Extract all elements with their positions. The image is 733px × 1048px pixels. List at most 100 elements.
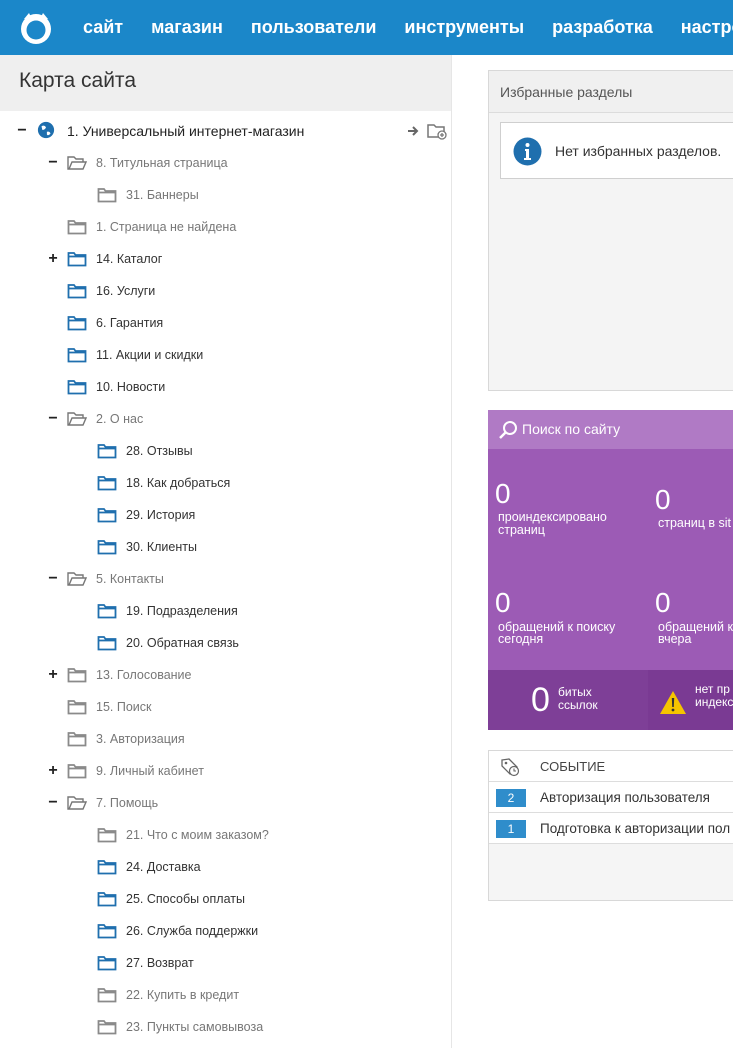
tree-node-label[interactable]: 1. Страница не найдена — [96, 211, 236, 243]
search-panel-header[interactable]: Поиск по сайту — [488, 410, 733, 449]
nav-users[interactable]: пользователи — [237, 0, 391, 55]
tree-node-label[interactable]: 27. Возврат — [126, 947, 194, 979]
tree-node-label[interactable]: 8. Титульная страница — [96, 147, 228, 179]
tree-node-label[interactable]: 2. О нас — [96, 403, 143, 435]
tree-node[interactable]: 26. Служба поддержки — [0, 915, 451, 947]
collapse-icon[interactable]: − — [16, 115, 28, 147]
tree-node-label[interactable]: 25. Способы оплаты — [126, 883, 245, 915]
tree-node-label[interactable]: 16. Услуги — [96, 275, 155, 307]
cat-logo-icon[interactable] — [18, 10, 54, 46]
warning-icon — [660, 691, 686, 714]
tree-node[interactable]: 27. Возврат — [0, 947, 451, 979]
nav-settings[interactable]: настройк — [667, 0, 733, 55]
tree-node[interactable]: 21. Что с моим заказом? — [0, 819, 451, 851]
tree-node[interactable]: +14. Каталог — [0, 243, 451, 275]
tree-node[interactable]: − 8. Титульная страница — [0, 147, 451, 179]
tree-node-label[interactable]: 9. Личный кабинет — [96, 755, 204, 787]
tree-node[interactable]: 23. Пункты самовывоза — [0, 1011, 451, 1043]
tree-node[interactable]: 10. Новости — [0, 371, 451, 403]
tree-node-label[interactable]: 11. Акции и скидки — [96, 339, 203, 371]
event-row[interactable]: 2 Авторизация пользователя — [489, 782, 733, 813]
folder-icon — [67, 284, 87, 299]
broken-links-tile[interactable]: 0 битых ссылок — [488, 670, 648, 730]
tree-node[interactable]: − 5. Контакты — [0, 563, 451, 595]
tree-node-label[interactable]: 6. Гарантия — [96, 307, 163, 339]
nav-shop[interactable]: магазин — [137, 0, 237, 55]
tree-node[interactable]: 20. Обратная связь — [0, 627, 451, 659]
folder-icon — [67, 380, 87, 395]
tree-root-label[interactable]: 1. Универсальный интернет-магазин — [67, 115, 304, 147]
tree-node[interactable]: 30. Клиенты — [0, 531, 451, 563]
folder-icon — [97, 540, 117, 555]
collapse-icon[interactable]: − — [47, 787, 59, 819]
search-stats-panel: Поиск по сайту 0 проиндексировано страни… — [488, 410, 733, 730]
tree-node[interactable]: 3. Авторизация — [0, 723, 451, 755]
today-count: 0 — [495, 587, 511, 618]
events-panel: СОБЫТИЕ 2 Авторизация пользователя 1 Под… — [488, 750, 733, 901]
tree-node[interactable]: 31. Баннеры — [0, 179, 451, 211]
not-indexed-label: нет пр индекс — [695, 682, 733, 709]
nav-site[interactable]: сайт — [69, 0, 137, 55]
not-indexed-tile[interactable]: нет пр индекс — [648, 670, 733, 730]
tree-node-label[interactable]: 13. Голосование — [96, 659, 191, 691]
favorites-empty-box: Нет избранных разделов. — [500, 122, 733, 179]
expand-icon[interactable]: + — [47, 659, 59, 691]
collapse-icon[interactable]: − — [47, 403, 59, 435]
folder-icon — [97, 828, 117, 843]
tree-node[interactable]: 22. Купить в кредит — [0, 979, 451, 1011]
collapse-icon[interactable]: − — [47, 147, 59, 179]
tree-node[interactable]: 25. Способы оплаты — [0, 883, 451, 915]
arrow-right-icon[interactable] — [407, 125, 421, 137]
tree-node-label[interactable]: 21. Что с моим заказом? — [126, 819, 269, 851]
tree-node[interactable]: 11. Акции и скидки — [0, 339, 451, 371]
event-count-badge: 1 — [496, 820, 526, 838]
add-folder-icon[interactable] — [427, 122, 447, 140]
tree-node-label[interactable]: 19. Подразделения — [126, 595, 238, 627]
tree-node[interactable]: +9. Личный кабинет — [0, 755, 451, 787]
tree-node-label[interactable]: 15. Поиск — [96, 691, 152, 723]
tree-node[interactable]: 6. Гарантия — [0, 307, 451, 339]
yesterday-label-2: вчера — [658, 632, 692, 646]
tree-node-label[interactable]: 3. Авторизация — [96, 723, 185, 755]
tree-node[interactable]: 19. Подразделения — [0, 595, 451, 627]
tree-node[interactable]: − 7. Помощь — [0, 787, 451, 819]
tree-node[interactable]: 15. Поиск — [0, 691, 451, 723]
tree-node-label[interactable]: 23. Пункты самовывоза — [126, 1011, 263, 1043]
tree-node-label[interactable]: 26. Служба поддержки — [126, 915, 258, 947]
tree-node[interactable]: 1. Страница не найдена — [0, 211, 451, 243]
event-text: Подготовка к авторизации пол — [540, 821, 731, 836]
tree-node-label[interactable]: 31. Баннеры — [126, 179, 199, 211]
tree-node[interactable]: 18. Как добраться — [0, 467, 451, 499]
yesterday-count: 0 — [655, 587, 671, 618]
tree-node[interactable]: 24. Доставка — [0, 851, 451, 883]
sitemap-panel: Карта сайта − 1. Универсальный интернет-… — [0, 55, 452, 1048]
tree-node-label[interactable]: 28. Отзывы — [126, 435, 193, 467]
tree-node[interactable]: 16. Услуги — [0, 275, 451, 307]
event-row[interactable]: 1 Подготовка к авторизации пол — [489, 813, 733, 844]
tree-node-label[interactable]: 30. Клиенты — [126, 531, 197, 563]
tree-node[interactable]: 28. Отзывы — [0, 435, 451, 467]
tree-node-label[interactable]: 7. Помощь — [96, 787, 158, 819]
tree-node-label[interactable]: 14. Каталог — [96, 243, 162, 275]
tree-node-label[interactable]: 18. Как добраться — [126, 467, 230, 499]
expand-icon[interactable]: + — [47, 755, 59, 787]
tree-node-label[interactable]: 5. Контакты — [96, 563, 164, 595]
tree-node-label[interactable]: 10. Новости — [96, 371, 165, 403]
info-icon — [513, 137, 542, 166]
tree-root[interactable]: − 1. Универсальный интернет-магазин — [0, 115, 451, 147]
tree-node[interactable]: 29. История — [0, 499, 451, 531]
nav-tools[interactable]: инструменты — [390, 0, 538, 55]
today-label-2: сегодня — [498, 632, 544, 646]
tree-node-label[interactable]: 20. Обратная связь — [126, 627, 239, 659]
tree-node-label[interactable]: 29. История — [126, 499, 195, 531]
favorites-panel: Избранные разделы Нет избранных разделов… — [488, 70, 733, 391]
collapse-icon[interactable]: − — [47, 563, 59, 595]
tree-node[interactable]: − 2. О нас — [0, 403, 451, 435]
tree-node-label[interactable]: 24. Доставка — [126, 851, 201, 883]
tree-node-label[interactable]: 22. Купить в кредит — [126, 979, 239, 1011]
favorites-empty-message: Нет избранных разделов. — [555, 143, 722, 159]
folder-open-icon — [67, 572, 87, 586]
tree-node[interactable]: +13. Голосование — [0, 659, 451, 691]
expand-icon[interactable]: + — [47, 243, 59, 275]
nav-development[interactable]: разработка — [538, 0, 667, 55]
